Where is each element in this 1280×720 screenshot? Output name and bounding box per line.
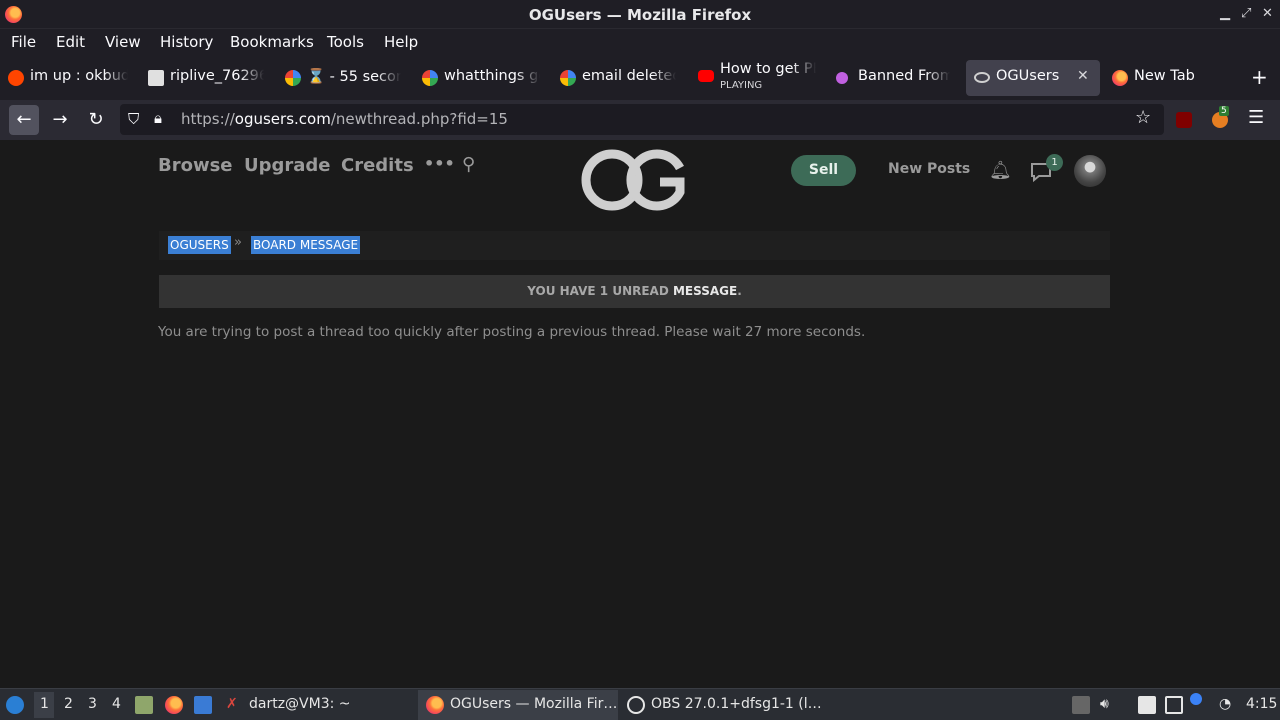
hamburger-menu-icon[interactable]: ☰ (1248, 107, 1264, 128)
nav-upgrade[interactable]: Upgrade (244, 155, 331, 176)
workspace-2[interactable]: 2 (64, 696, 73, 712)
nav-browse[interactable]: Browse (158, 155, 233, 176)
minimize-icon[interactable]: ▁ (1220, 6, 1230, 21)
google-icon (560, 70, 576, 86)
reload-icon[interactable]: ↻ (81, 105, 111, 135)
google-icon (422, 70, 438, 86)
workspace-4[interactable]: 4 (112, 696, 121, 712)
new-posts-link[interactable]: New Posts (888, 161, 970, 177)
workspace-3[interactable]: 3 (88, 696, 97, 712)
tab-close-icon[interactable]: ✕ (1077, 68, 1089, 84)
breadcrumb-separator: » (234, 235, 242, 250)
terminal-icon: ✗ (226, 696, 238, 712)
url-bar[interactable]: ⛉ 🔒︎ https://ogusers.com/newthread.php?f… (120, 104, 1164, 135)
desktop-icon[interactable] (194, 696, 212, 714)
tab-new-tab[interactable]: New Tab (1112, 60, 1222, 96)
menu-view[interactable]: View (105, 33, 141, 51)
film-icon (148, 70, 164, 86)
og-logo[interactable] (580, 148, 688, 212)
search-icon[interactable]: ⚲ (462, 154, 475, 175)
menu-help[interactable]: Help (384, 33, 418, 51)
window-title: OGUsers — Mozilla Firefox (528, 6, 752, 24)
tab-google-whatthings[interactable]: whatthings ge (422, 60, 540, 96)
ublock-icon[interactable] (1176, 112, 1192, 128)
page-content: Browse Upgrade Credits ••• ⚲ Sell New Po… (0, 140, 1280, 688)
workspace-1[interactable]: 1 (40, 696, 49, 712)
tab-playing-label: PLAYING (720, 80, 763, 91)
url-text[interactable]: https://ogusers.com/newthread.php?fid=15 (181, 110, 508, 128)
firefox-launcher-icon[interactable] (165, 696, 183, 714)
menu-edit[interactable]: Edit (56, 33, 85, 51)
window-titlebar: OGUsers — Mozilla Firefox ▁ ⤢ ✕ (0, 0, 1280, 29)
tab-reddit[interactable]: im up : okbudd (8, 60, 128, 96)
start-menu-icon[interactable] (6, 696, 24, 714)
tray-arrow-icon[interactable] (1072, 696, 1090, 714)
close-window-icon[interactable]: ✕ (1262, 6, 1273, 21)
extension-badge: 5 (1219, 106, 1229, 116)
clock: 4:15 (1246, 696, 1278, 712)
tab-riplive[interactable]: riplive_762960 (148, 60, 264, 96)
notification-icon[interactable] (1190, 693, 1202, 705)
tracking-shield-icon[interactable]: ⛉ (128, 110, 139, 128)
breadcrumb: OGUSERS » BOARD MESSAGE (159, 231, 1110, 260)
avatar[interactable] (1074, 155, 1106, 187)
tab-banned[interactable]: Banned From (836, 60, 950, 96)
back-arrow-icon[interactable]: ← (9, 105, 39, 135)
nav-credits[interactable]: Credits (341, 155, 414, 176)
forward-arrow-icon[interactable]: → (45, 105, 75, 135)
unread-message-notice: YOU HAVE 1 UNREAD MESSAGE. (159, 275, 1110, 308)
file-manager-icon[interactable] (135, 696, 153, 714)
youtube-icon (698, 70, 714, 82)
og-icon (974, 72, 990, 83)
bookmark-star-icon[interactable]: ☆ (1135, 107, 1151, 128)
lock-icon[interactable]: 🔒︎ (154, 109, 162, 127)
menu-tools[interactable]: Tools (327, 33, 364, 51)
breadcrumb-ogusers[interactable]: OGUSERS (168, 236, 231, 254)
screen-icon[interactable] (1165, 696, 1183, 714)
more-icon[interactable]: ••• (424, 154, 455, 173)
google-icon (285, 70, 301, 86)
link-icon (836, 72, 848, 84)
taskbar: 1 2 3 4 ✗ dartz@VM3: ~ OGUsers — Mozilla… (0, 688, 1280, 720)
menu-file[interactable]: File (11, 33, 36, 51)
taskbar-terminal[interactable]: dartz@VM3: ~ (249, 696, 351, 712)
error-message: You are trying to post a thread too quic… (158, 324, 866, 340)
tab-ogusers[interactable]: OGUsers ✕ (966, 60, 1100, 96)
messages-badge: 1 (1046, 154, 1063, 171)
reddit-icon (8, 70, 24, 86)
network-icon[interactable]: ◔ (1219, 696, 1231, 712)
sell-button[interactable]: Sell (791, 155, 856, 186)
nav-bar: ← → ↻ ⛉ 🔒︎ https://ogusers.com/newthread… (0, 100, 1280, 140)
tab-google-timer[interactable]: ⌛ - 55 seconds (285, 60, 401, 96)
bell-icon[interactable]: 🔔︎ (989, 160, 1012, 181)
menu-history[interactable]: History (160, 33, 213, 51)
menu-bookmarks[interactable]: Bookmarks (230, 33, 314, 51)
obs-icon (627, 696, 645, 714)
maximize-icon[interactable]: ⤢ (1241, 6, 1251, 21)
unread-message-link[interactable]: MESSAGE (673, 284, 737, 298)
firefox-task-icon (426, 696, 444, 714)
tab-strip: im up : okbudd riplive_762960 ⌛ - 55 sec… (0, 56, 1280, 100)
taskbar-firefox[interactable]: OGUsers — Mozilla Fir… (450, 696, 617, 712)
taskbar-obs[interactable]: OBS 27.0.1+dfsg1-1 (l… (651, 696, 822, 712)
clipboard-icon[interactable] (1138, 696, 1156, 714)
menu-bar: File Edit View History Bookmarks Tools H… (0, 29, 1280, 56)
new-tab-plus-icon[interactable]: + (1251, 65, 1268, 89)
firefox-icon (1112, 70, 1128, 86)
volume-icon[interactable]: 🔊︎ (1100, 696, 1109, 712)
tab-youtube[interactable]: How to get PE PLAYING (698, 60, 816, 96)
tab-google-email[interactable]: email deleted (560, 60, 676, 96)
breadcrumb-board-message: BOARD MESSAGE (251, 236, 361, 254)
